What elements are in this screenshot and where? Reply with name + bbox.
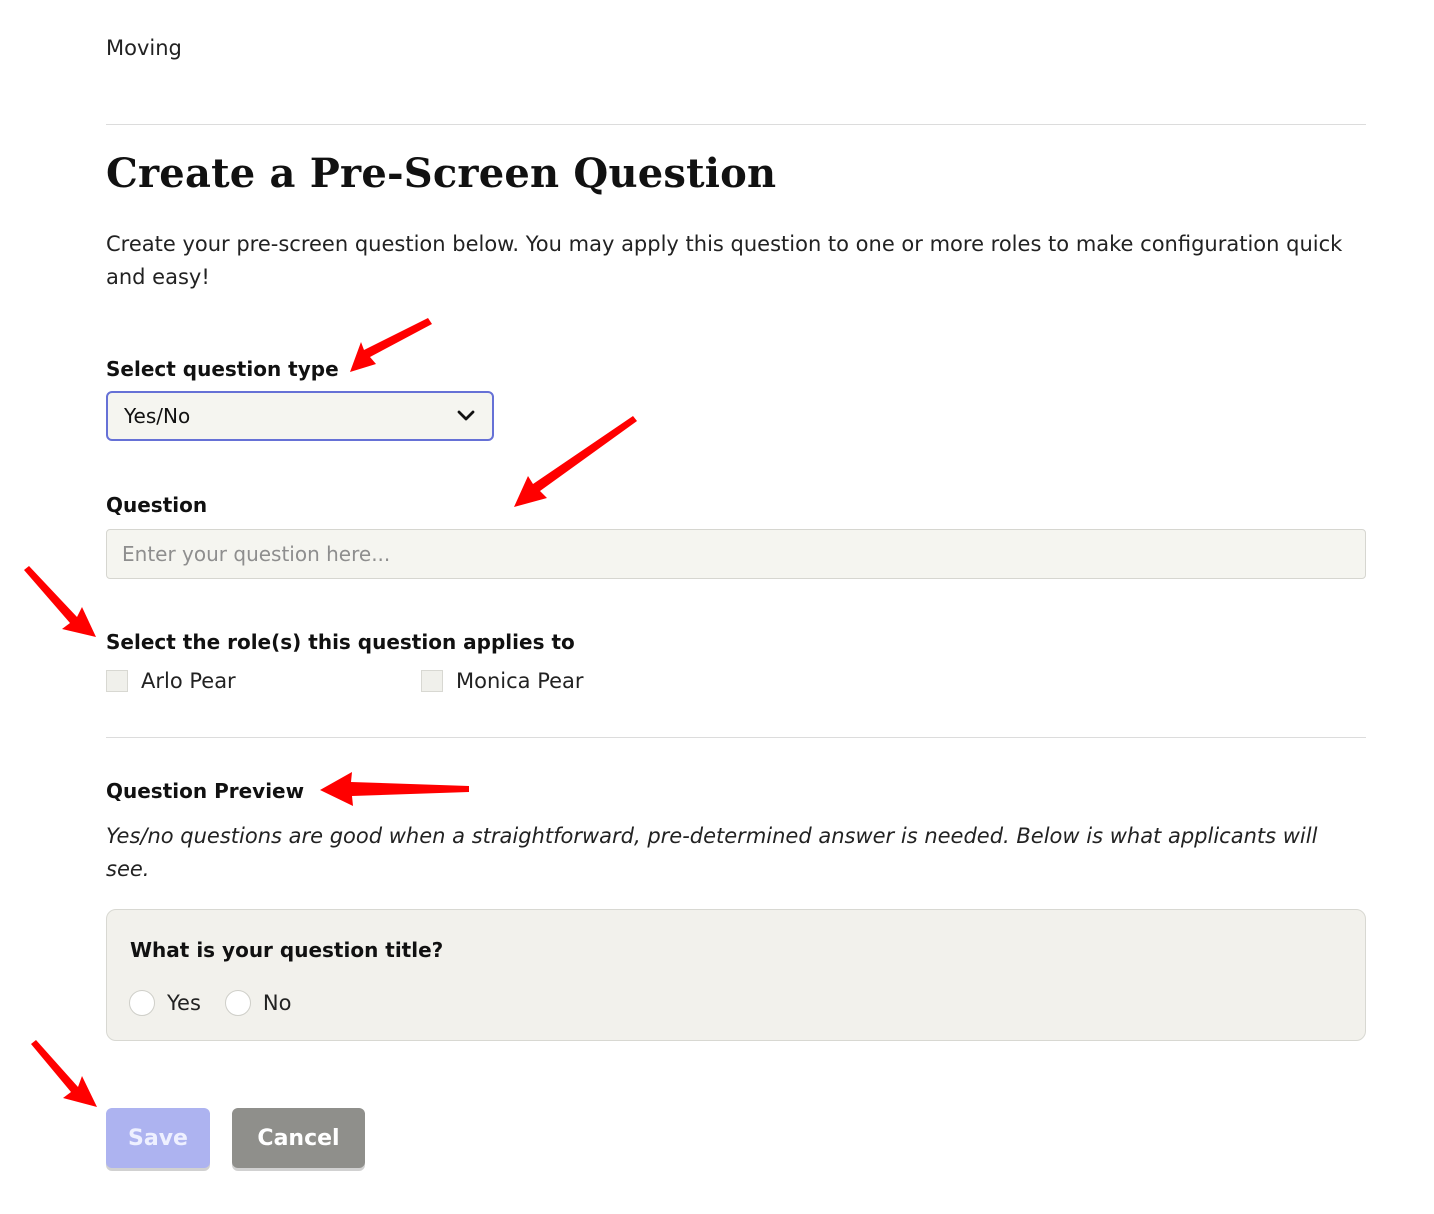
role-checkbox[interactable] (106, 670, 128, 692)
save-button[interactable]: Save (106, 1108, 210, 1168)
annotation-arrow-icon (320, 772, 469, 806)
annotation-arrow-icon (514, 416, 637, 507)
preview-question-title: What is your question title? (130, 938, 444, 962)
section-divider (106, 737, 1366, 738)
question-type-value: Yes/No (124, 404, 191, 428)
role-label: Arlo Pear (141, 669, 236, 693)
breadcrumb[interactable]: Moving (106, 36, 182, 60)
annotation-arrow-icon (350, 318, 432, 372)
intro-text: Create your pre-screen question below. Y… (106, 232, 1343, 289)
preview-description: Yes/no questions are good when a straigh… (106, 824, 1318, 881)
header-divider (106, 124, 1366, 125)
yes-radio[interactable] (129, 990, 155, 1016)
annotation-arrow-icon (24, 566, 96, 637)
chevron-down-icon (457, 410, 475, 421)
question-type-select[interactable]: Yes/No (106, 391, 494, 441)
no-radio-label: No (262, 991, 292, 1015)
preview-label: Question Preview (106, 779, 305, 803)
role-checkbox[interactable] (421, 670, 443, 692)
no-radio[interactable] (224, 990, 251, 1016)
cancel-button[interactable]: Cancel (232, 1108, 365, 1168)
role-option-monica-pear[interactable]: Monica Pear (421, 669, 584, 693)
question-input[interactable] (106, 529, 1366, 579)
question-type-label: Select question type (106, 357, 339, 381)
preview-radio-group: Yes No (129, 990, 315, 1016)
page-title: Create a Pre-Screen Question (106, 150, 777, 197)
yes-radio-label: Yes (167, 991, 201, 1015)
question-label: Question (106, 493, 208, 517)
annotation-arrow-icon (31, 1040, 97, 1107)
question-preview-card: What is your question title? Yes No (106, 909, 1366, 1041)
role-label: Monica Pear (456, 669, 584, 693)
roles-label: Select the role(s) this question applies… (106, 630, 575, 654)
role-option-arlo-pear[interactable]: Arlo Pear (106, 669, 236, 693)
